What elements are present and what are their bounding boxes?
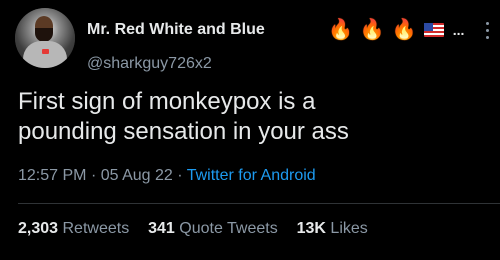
- user-handle[interactable]: @sharkguy726x2: [87, 55, 212, 73]
- likes-stat[interactable]: 13K Likes: [297, 220, 368, 237]
- tweet-source-link[interactable]: Twitter for Android: [187, 167, 316, 184]
- more-options-icon[interactable]: [486, 22, 490, 42]
- tweet-time[interactable]: 12:57 PM: [18, 167, 86, 184]
- retweets-label: Retweets: [62, 220, 130, 237]
- fire-emoji-icon: 🔥: [359, 19, 385, 41]
- avatar-shirt-logo: [42, 49, 49, 54]
- us-flag-emoji-icon: [423, 23, 444, 37]
- more-dot: [486, 22, 489, 25]
- fire-emoji-icon: 🔥: [328, 19, 353, 41]
- meta-separator: ·: [177, 167, 183, 184]
- retweets-count: 2,303: [18, 220, 59, 237]
- avatar-shirt: [23, 41, 67, 68]
- likes-label: Likes: [330, 220, 368, 237]
- quote-tweets-stat[interactable]: 341 Quote Tweets: [148, 220, 282, 237]
- name-truncation: ...: [452, 22, 465, 38]
- display-name[interactable]: Mr. Red White and Blue: [87, 21, 265, 39]
- name-emojis: 🔥 🔥 🔥 ...: [328, 20, 464, 40]
- more-dot: [486, 29, 489, 32]
- quote-tweets-count: 341: [148, 220, 175, 237]
- profile-avatar[interactable]: [15, 8, 75, 68]
- divider: [18, 203, 500, 204]
- more-dot: [486, 36, 489, 39]
- tweet-meta: 12:57 PM · 05 Aug 22 · Twitter for Andro…: [18, 167, 316, 185]
- meta-separator: ·: [90, 167, 97, 184]
- likes-count: 13K: [296, 220, 326, 237]
- tweet-text: First sign of monkeypox is a pounding se…: [18, 88, 349, 145]
- tweet-stats: 2,303 Retweets 341 Quote Tweets 13K Like…: [18, 220, 368, 238]
- quote-tweets-label: Quote Tweets: [179, 220, 278, 237]
- tweet-card: Mr. Red White and Blue 🔥 🔥 🔥 ... @sharkg…: [0, 0, 500, 260]
- retweets-stat[interactable]: 2,303 Retweets: [18, 220, 134, 237]
- tweet-date[interactable]: 05 Aug 22: [101, 167, 173, 184]
- fire-emoji-icon: 🔥: [391, 19, 417, 41]
